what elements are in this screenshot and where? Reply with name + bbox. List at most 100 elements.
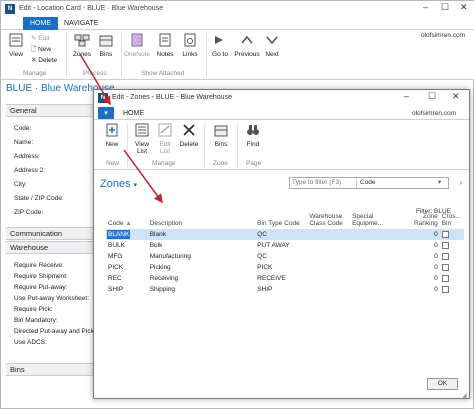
previous-button[interactable]: Previous	[233, 33, 261, 58]
close-icon[interactable]: ✕	[452, 91, 460, 102]
cross-dock-checkbox[interactable]	[441, 241, 449, 249]
delete-button[interactable]: Delete	[178, 123, 200, 148]
table-row[interactable]: SHIP Shipping SHIP 0	[106, 284, 464, 295]
cell-ranking: 0	[404, 229, 440, 240]
list-title[interactable]: Zones ▾	[100, 178, 137, 190]
ribbon-tabs: HOME NAVIGATE	[1, 17, 474, 30]
new-button[interactable]: New	[102, 123, 122, 148]
cell-bin-type: PICK	[257, 264, 273, 271]
table-row[interactable]: REC Receiving RECEIVE 0	[106, 273, 464, 284]
field-label: Require Put-away:	[14, 284, 68, 291]
column-header-zone-ranking[interactable]: Zone Ranking	[404, 209, 439, 229]
cross-dock-checkbox[interactable]	[441, 230, 449, 238]
section-bins[interactable]: Bins	[6, 363, 98, 376]
maximize-icon[interactable]: ☐	[441, 2, 449, 13]
table-row[interactable]: BULK Bulk PUT AWAY 0	[106, 240, 464, 251]
bins-button[interactable]: Bins	[96, 33, 116, 58]
field-label: City:	[14, 181, 27, 188]
column-header-description[interactable]: Description	[148, 209, 255, 229]
cell-bin-type: QC	[255, 229, 308, 240]
tab-navigate[interactable]: NAVIGATE	[57, 17, 105, 30]
cell-ranking: 0	[434, 264, 438, 271]
links-button[interactable]: Links	[179, 33, 201, 58]
field-label: Use Put-away Worksheet:	[14, 295, 90, 302]
bins-icon	[99, 35, 113, 47]
cell-code: SHIP	[108, 286, 124, 293]
close-icon[interactable]: ✕	[460, 2, 468, 13]
column-header-code[interactable]: Code ▲	[106, 209, 148, 229]
card-sections: General Code: Name: Address: Address 2: …	[6, 99, 98, 407]
next-button[interactable]: Next	[262, 33, 282, 58]
cross-dock-checkbox[interactable]	[441, 263, 449, 271]
filter-field-select[interactable]: Code	[360, 179, 376, 186]
edit-list-button[interactable]: Edit List	[155, 123, 175, 155]
chevron-down-icon: ▾	[438, 179, 442, 186]
onenote-icon	[131, 33, 143, 47]
cell-description: Shipping	[149, 286, 176, 293]
new-button[interactable]: 🗋 New	[31, 45, 51, 56]
group-label-page: Page	[246, 160, 262, 167]
cell-bin-type: RECEIVE	[257, 275, 286, 282]
field-label: Use ADCS:	[14, 339, 47, 346]
cell-code[interactable]: BLANK	[106, 230, 131, 239]
delete-icon: ✕	[31, 57, 37, 64]
field-label: Require Receive:	[14, 262, 64, 269]
view-button[interactable]: View	[5, 33, 27, 58]
window-titlebar: N Edit - Location Card - BLUE · Blue War…	[1, 1, 474, 17]
table-row[interactable]: MFG Manufacturing QC 0	[106, 251, 464, 262]
resize-grip-icon[interactable]: ◢	[462, 392, 467, 399]
edit-button[interactable]: ✎ Edit	[31, 34, 49, 42]
field-label: Directed Put-away and Pick:	[14, 328, 96, 335]
cell-code: MFG	[108, 253, 123, 260]
column-header-warehouse-class-code[interactable]: Warehouse Class Code	[307, 209, 350, 229]
go-to-button[interactable]: Go to	[209, 33, 231, 58]
tab-home[interactable]: HOME	[116, 107, 151, 120]
binoculars-icon	[247, 125, 259, 135]
zones-button[interactable]: Zones	[71, 33, 93, 58]
column-header-bin-type-code[interactable]: Bin Type Code	[255, 209, 307, 229]
column-header-special-equipment[interactable]: Special Equipme...	[350, 209, 404, 229]
view-list-button[interactable]: View List	[131, 123, 153, 155]
zones-dialog: N Edit - Zones - BLUE - Blue Warehouse –…	[93, 89, 470, 399]
section-general[interactable]: General	[6, 104, 98, 117]
filter-input[interactable]: Type to filter (F3)	[292, 179, 354, 188]
cell-description: Manufacturing	[149, 253, 191, 260]
group-label-process: Process	[83, 70, 107, 77]
new-icon: 🗋	[31, 46, 37, 53]
filter-box: Type to filter (F3) Code ▾	[289, 177, 449, 189]
column-header-cross-dock-bin[interactable]: Cros... Bin	[440, 209, 464, 229]
cell-bin-type: SHIP	[257, 286, 273, 293]
section-warehouse[interactable]: Warehouse	[6, 241, 98, 254]
cross-dock-checkbox[interactable]	[441, 274, 449, 282]
section-communication[interactable]: Communication	[6, 227, 98, 240]
group-label-show-attached: Show Attached	[141, 70, 185, 77]
sort-ascending-icon: ▲	[125, 220, 132, 227]
cell-bin-type: QC	[257, 253, 267, 260]
onenote-button[interactable]: OneNote	[124, 33, 150, 58]
cell-bin-type: PUT AWAY	[257, 242, 290, 249]
window-title: Edit - Location Card - BLUE · Blue Wareh…	[19, 5, 164, 12]
user-label: olofsimren.com	[421, 32, 466, 39]
find-button[interactable]: Find	[242, 123, 264, 148]
delete-button[interactable]: ✕ Delete	[31, 56, 57, 64]
nav-logo-icon: N	[98, 93, 108, 103]
minimize-icon[interactable]: –	[423, 2, 428, 12]
expand-filter-button[interactable]: ›	[455, 177, 467, 189]
cell-code: REC	[108, 275, 122, 282]
cell-description: Bulk	[149, 242, 163, 249]
field-label: State / ZIP Code:	[14, 195, 64, 202]
ribbon-menu-button[interactable]: ▾	[98, 107, 114, 119]
edit-list-icon	[158, 123, 172, 137]
cross-dock-checkbox[interactable]	[441, 285, 449, 293]
bins-button[interactable]: Bins	[210, 123, 232, 148]
minimize-icon[interactable]: –	[404, 91, 409, 101]
field-label: Address:	[14, 153, 40, 160]
tab-home[interactable]: HOME	[23, 17, 58, 30]
maximize-icon[interactable]: ☐	[428, 91, 436, 102]
notes-button[interactable]: Notes	[154, 33, 176, 58]
arrow-down-icon	[266, 36, 278, 45]
table-row[interactable]: PICK Picking PICK 0	[106, 262, 464, 273]
ok-button[interactable]: OK	[427, 378, 458, 390]
table-row[interactable]: BLANK Blank QC 0	[106, 229, 464, 240]
cross-dock-checkbox[interactable]	[441, 252, 449, 260]
